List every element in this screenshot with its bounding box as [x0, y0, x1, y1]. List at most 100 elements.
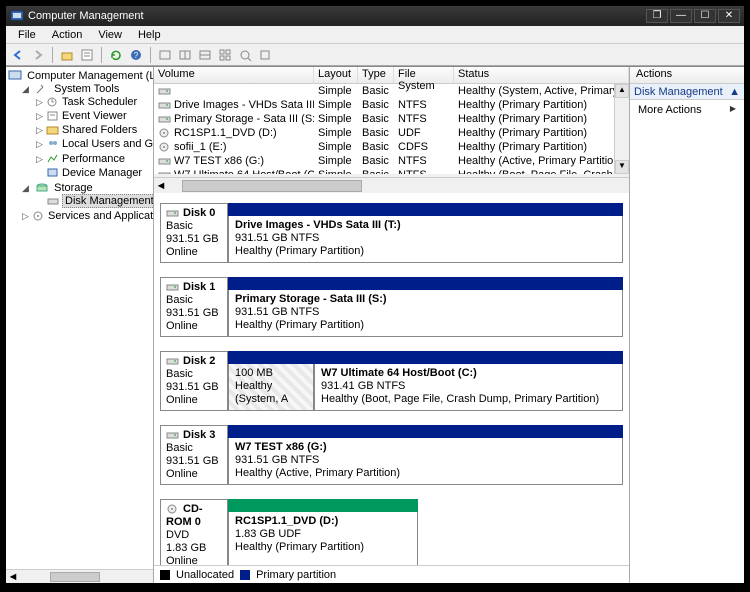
volume-icon: [158, 170, 172, 174]
disk-icon: [166, 282, 180, 293]
close-button[interactable]: ✕: [718, 9, 740, 23]
tree-event-viewer[interactable]: Event Viewer: [62, 110, 127, 122]
volume-row[interactable]: W7 Ultimate 64 Host/Boot (C:)SimpleBasic…: [154, 168, 629, 174]
tools-icon: [35, 83, 49, 95]
volume-icon: [158, 114, 172, 125]
partition[interactable]: RC1SP1.1_DVD (D:)1.83 GB UDFHealthy (Pri…: [228, 512, 418, 565]
clock-icon: [46, 96, 60, 108]
forward-button[interactable]: [30, 47, 46, 63]
nav-tree[interactable]: Computer Management (Local ◢ System Tool…: [6, 67, 154, 583]
tree-task-scheduler[interactable]: Task Scheduler: [62, 96, 137, 108]
menu-file[interactable]: File: [10, 29, 44, 41]
menu-action[interactable]: Action: [44, 29, 91, 41]
users-icon: [46, 139, 60, 151]
legend-unallocated: Unallocated: [176, 569, 234, 581]
col-layout[interactable]: Layout: [314, 67, 358, 83]
maximize-button[interactable]: ☐: [694, 9, 716, 23]
properties-button[interactable]: [79, 47, 95, 63]
disk-icon: [166, 504, 180, 515]
tree-system-tools[interactable]: System Tools: [54, 83, 119, 95]
toolbar-icon-6[interactable]: [257, 47, 273, 63]
disk-disk1[interactable]: Disk 1Basic931.51 GBOnlinePrimary Storag…: [160, 277, 623, 337]
tree-local-users[interactable]: Local Users and Groups: [62, 138, 154, 150]
performance-icon: [46, 153, 60, 165]
disk-cd0[interactable]: CD-ROM 0DVD1.83 GBOnlineRC1SP1.1_DVD (D:…: [160, 499, 623, 565]
actions-category[interactable]: Disk Management ▲: [630, 84, 744, 100]
toolbar: ?: [6, 44, 744, 66]
disk-info: CD-ROM 0DVD1.83 GBOnline: [160, 499, 228, 565]
disk-disk2[interactable]: Disk 2Basic931.51 GBOnline100 MBHealthy …: [160, 351, 623, 411]
disk-info: Disk 2Basic931.51 GBOnline: [160, 351, 228, 411]
disk-icon: [166, 356, 180, 367]
toolbar-icon-5[interactable]: [237, 47, 253, 63]
expander-icon[interactable]: ◢: [22, 183, 32, 194]
expander-icon[interactable]: ▷: [22, 211, 32, 222]
actions-header: Actions: [630, 67, 744, 84]
volume-icon: [158, 142, 172, 153]
collapse-icon: ▲: [729, 86, 740, 98]
actions-more[interactable]: More Actions: [630, 100, 744, 120]
titlebar: Computer Management ❐ — ☐ ✕: [6, 6, 744, 26]
volume-row[interactable]: sofii_1 (E:)SimpleBasicCDFSHealthy (Prim…: [154, 140, 629, 154]
expander-icon[interactable]: ▷: [36, 125, 46, 136]
toolbar-icon-3[interactable]: [197, 47, 213, 63]
tree-root[interactable]: Computer Management (Local: [27, 70, 154, 82]
toolbar-icon-1[interactable]: [157, 47, 173, 63]
grid-vscrollbar[interactable]: ▲ ▼: [614, 84, 629, 174]
restore-down-button[interactable]: ❐: [646, 9, 668, 23]
disk-info: Disk 3Basic931.51 GBOnline: [160, 425, 228, 485]
storage-icon: [35, 182, 49, 194]
volumes-list: Volume Layout Type File System Status ▲ …: [154, 67, 629, 177]
disk-disk3[interactable]: Disk 3Basic931.51 GBOnlineW7 TEST x86 (G…: [160, 425, 623, 485]
col-filesystem[interactable]: File System: [394, 67, 454, 83]
volume-row[interactable]: W7 TEST x86 (G:)SimpleBasicNTFSHealthy (…: [154, 154, 629, 168]
volume-icon: [158, 128, 172, 139]
disk-info: Disk 0Basic931.51 GBOnline: [160, 203, 228, 263]
partition[interactable]: Drive Images - VHDs Sata III (T:)931.51 …: [228, 216, 623, 263]
col-status[interactable]: Status: [454, 67, 629, 83]
back-button[interactable]: [10, 47, 26, 63]
tree-services[interactable]: Services and Applications: [48, 210, 154, 222]
tree-shared-folders[interactable]: Shared Folders: [62, 124, 137, 136]
partition[interactable]: W7 Ultimate 64 Host/Boot (C:)931.41 GB N…: [314, 364, 623, 411]
toolbar-icon-2[interactable]: [177, 47, 193, 63]
volumes-hscrollbar[interactable]: ◄: [154, 177, 629, 193]
grid-header[interactable]: Volume Layout Type File System Status: [154, 67, 629, 84]
volume-row[interactable]: SimpleBasicHealthy (System, Active, Prim…: [154, 84, 629, 98]
minimize-button[interactable]: —: [670, 9, 692, 23]
volume-row[interactable]: Primary Storage - Sata III (S:)SimpleBas…: [154, 112, 629, 126]
expander-icon[interactable]: ▷: [36, 154, 46, 165]
col-volume[interactable]: Volume: [154, 67, 314, 83]
tree-hscrollbar[interactable]: ◄: [6, 569, 153, 583]
tree-performance[interactable]: Performance: [62, 153, 125, 165]
volume-icon: [158, 86, 172, 97]
refresh-button[interactable]: [108, 47, 124, 63]
partition[interactable]: Primary Storage - Sata III (S:)931.51 GB…: [228, 290, 623, 337]
volume-row[interactable]: Drive Images - VHDs Sata III (T:)SimpleB…: [154, 98, 629, 112]
volume-icon: [158, 156, 172, 167]
help-button[interactable]: ?: [128, 47, 144, 63]
volume-row[interactable]: RC1SP1.1_DVD (D:)SimpleBasicUDFHealthy (…: [154, 126, 629, 140]
toolbar-icon-4[interactable]: [217, 47, 233, 63]
menubar: File Action View Help: [6, 26, 744, 44]
disk-icon: [46, 195, 60, 207]
services-icon: [32, 210, 46, 222]
expander-icon[interactable]: ◢: [22, 84, 32, 95]
tree-device-manager[interactable]: Device Manager: [62, 167, 142, 179]
up-button[interactable]: [59, 47, 75, 63]
app-icon: [10, 9, 24, 23]
device-icon: [46, 167, 60, 179]
partition[interactable]: 100 MBHealthy (System, A: [228, 364, 314, 411]
expander-icon[interactable]: ▷: [36, 111, 46, 122]
menu-help[interactable]: Help: [130, 29, 169, 41]
tree-disk-management[interactable]: Disk Management: [62, 194, 154, 208]
swatch-unallocated: [160, 570, 170, 580]
partition[interactable]: W7 TEST x86 (G:)931.51 GB NTFSHealthy (A…: [228, 438, 623, 485]
disk-map[interactable]: Disk 0Basic931.51 GBOnlineDrive Images -…: [154, 193, 629, 565]
menu-view[interactable]: View: [90, 29, 130, 41]
col-type[interactable]: Type: [358, 67, 394, 83]
tree-storage[interactable]: Storage: [54, 182, 93, 194]
disk-disk0[interactable]: Disk 0Basic931.51 GBOnlineDrive Images -…: [160, 203, 623, 263]
expander-icon[interactable]: ▷: [36, 139, 46, 150]
expander-icon[interactable]: ▷: [36, 97, 46, 108]
